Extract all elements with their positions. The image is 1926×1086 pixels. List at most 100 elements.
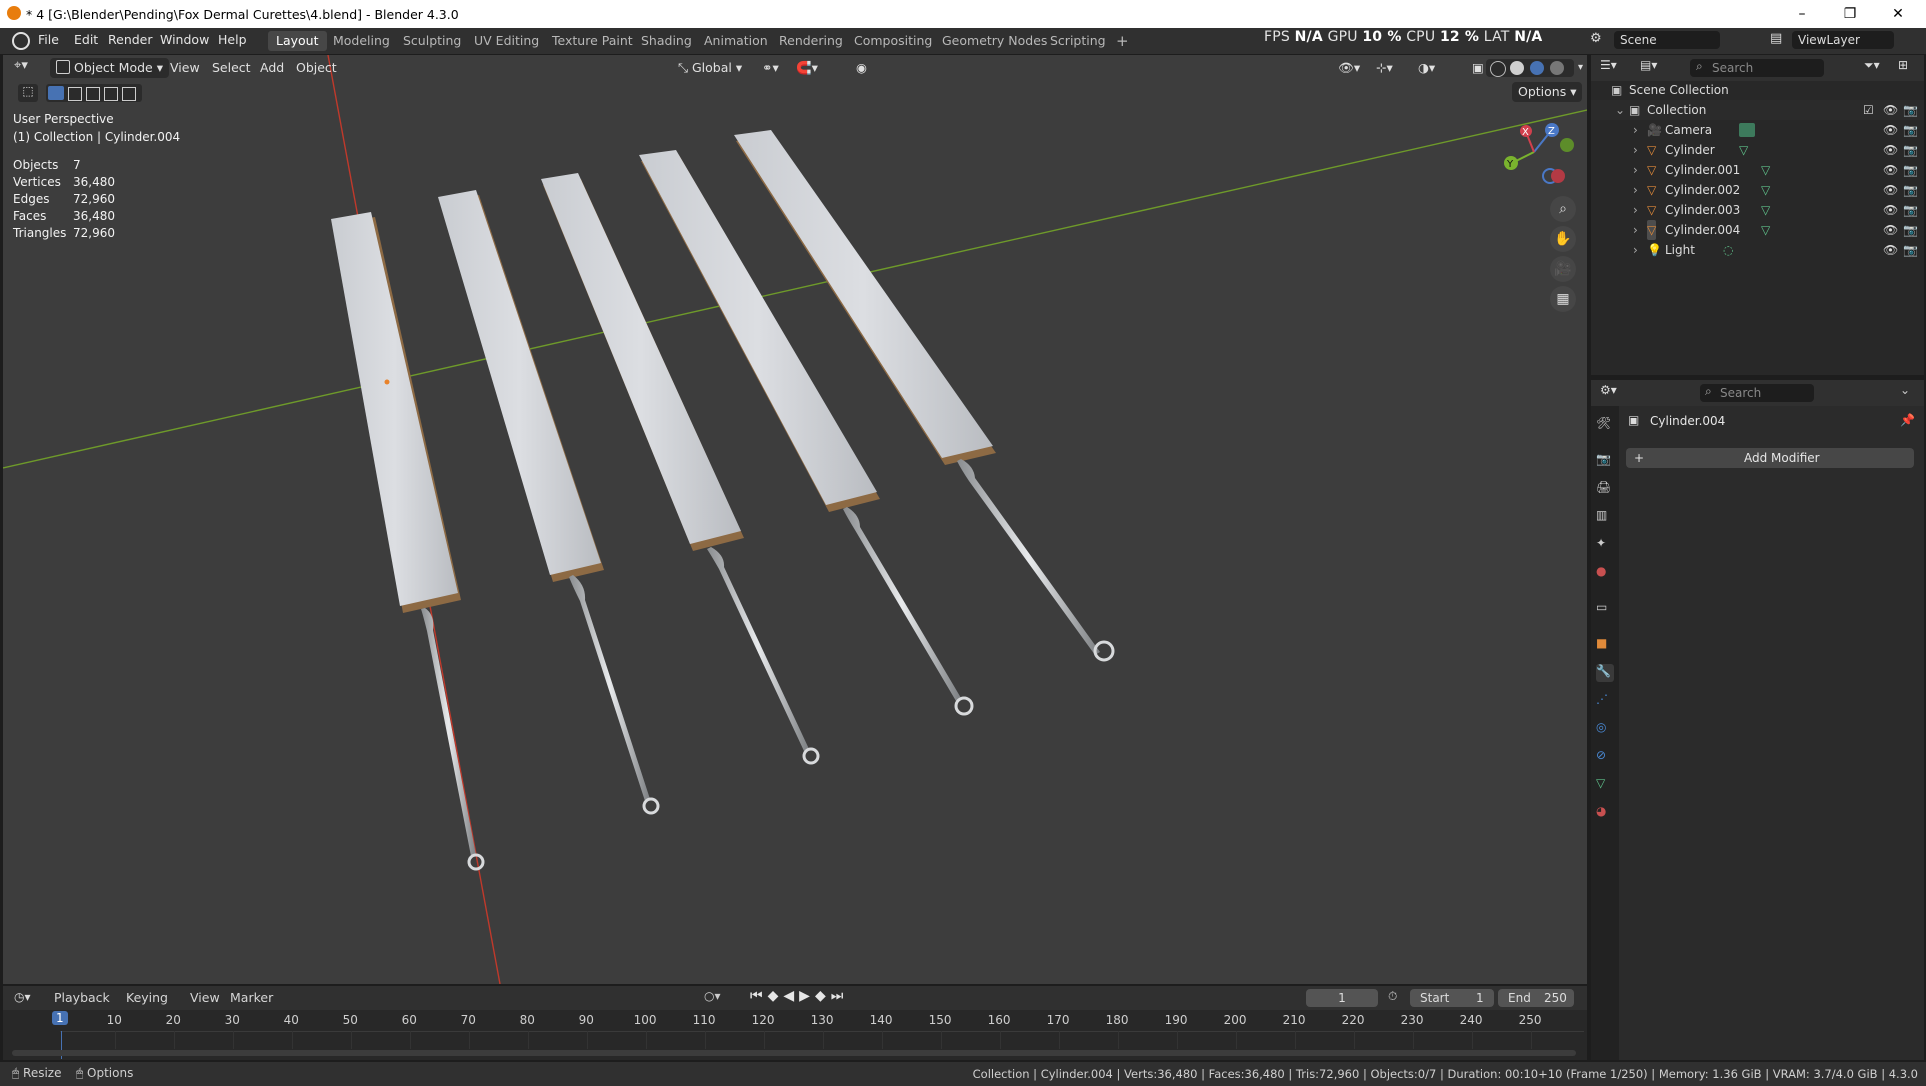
select-subtract-icon[interactable] — [86, 87, 100, 101]
viewport-menu-object[interactable]: Object — [290, 58, 343, 78]
editor-type-icon[interactable]: ⌖▾ — [14, 58, 42, 78]
visibility-eye-icon[interactable]: 👁 — [1883, 200, 1898, 220]
mode-selector[interactable]: Object Mode ▾ — [50, 58, 169, 78]
material-tab-icon[interactable]: ◕ — [1596, 804, 1614, 822]
modifier-tab-icon[interactable]: 🔧 — [1596, 664, 1614, 682]
scene-icon[interactable]: ⚙ — [1590, 31, 1610, 49]
constraints-tab-icon[interactable]: ⊘ — [1596, 748, 1614, 766]
properties-search-input[interactable]: Search — [1700, 384, 1814, 402]
timeline-editor-icon[interactable]: ◷▾ — [14, 990, 31, 1004]
preview-range-icon[interactable]: ⏱ — [1388, 989, 1397, 1004]
material-shading-icon[interactable] — [1530, 61, 1544, 75]
tab-compositing[interactable]: Compositing — [846, 31, 940, 51]
timeline-menu-keying[interactable]: Keying — [126, 990, 168, 1005]
solid-shading-icon[interactable] — [1510, 61, 1524, 75]
add-workspace-button[interactable]: + — [1108, 31, 1137, 51]
render-camera-icon[interactable]: 📷 — [1903, 180, 1918, 200]
object-tab-icon[interactable]: ■ — [1596, 636, 1614, 654]
new-collection-icon[interactable]: ⊞ — [1898, 58, 1908, 72]
tab-sculpting[interactable]: Sculpting — [395, 31, 469, 51]
outliner-item-light[interactable]: › 💡 Light ◌ 👁 📷 — [1591, 240, 1924, 260]
next-keyframe-icon[interactable]: ◆ — [815, 988, 831, 1004]
add-modifier-button[interactable]: + Add Modifier — [1626, 448, 1914, 468]
data-tab-icon[interactable]: ▽ — [1596, 776, 1614, 794]
world-tab-icon[interactable]: ● — [1596, 564, 1614, 582]
overlay-toggle-icon[interactable]: ◑▾ — [1412, 58, 1441, 78]
pan-hand-icon[interactable]: ✋ — [1550, 226, 1576, 252]
scene-selector[interactable]: Scene — [1614, 31, 1720, 49]
timeline-menu-marker[interactable]: Marker — [230, 990, 273, 1005]
outliner-item-cylinder[interactable]: › ▽ Cylinder ▽ 👁 📷 — [1591, 140, 1924, 160]
physics-tab-icon[interactable]: ◎ — [1596, 720, 1614, 738]
perspective-grid-icon[interactable]: ▦ — [1550, 286, 1576, 312]
outliner-search-input[interactable]: Search — [1690, 59, 1824, 77]
tab-modeling[interactable]: Modeling — [325, 31, 398, 51]
tab-scripting[interactable]: Scripting — [1042, 31, 1114, 51]
jump-start-icon[interactable]: ⏮ — [750, 988, 768, 1004]
tab-layout[interactable]: Layout — [268, 31, 327, 51]
auto-keying-icon[interactable]: ○▾ — [704, 989, 721, 1003]
timeline-menu-playback[interactable]: Playback — [54, 990, 110, 1005]
wireframe-shading-icon[interactable] — [1490, 61, 1506, 77]
render-camera-icon[interactable]: 📷 — [1903, 120, 1918, 140]
collection-checkbox-icon[interactable]: ☑ — [1863, 100, 1874, 120]
current-frame-field[interactable]: 1 — [1306, 989, 1378, 1007]
visibility-eye-icon[interactable]: 👁 — [1883, 160, 1898, 180]
viewport-menu-add[interactable]: Add — [254, 58, 290, 78]
zoom-icon[interactable]: ⌕ — [1550, 196, 1576, 222]
shading-dropdown-icon[interactable]: ▾ — [1572, 58, 1589, 78]
outliner-item-cylinder-001[interactable]: › ▽ Cylinder.001 ▽ 👁 📷 — [1591, 160, 1924, 180]
tab-rendering[interactable]: Rendering — [771, 31, 851, 51]
tab-geometry-nodes[interactable]: Geometry Nodes — [934, 31, 1055, 51]
particles-tab-icon[interactable]: ⋰ — [1596, 692, 1614, 710]
collection-tab-icon[interactable]: ▭ — [1596, 600, 1614, 618]
menu-help[interactable]: Help — [218, 32, 247, 47]
visibility-eye-icon[interactable]: 👁 — [1883, 100, 1898, 120]
render-camera-icon[interactable]: 📷 — [1903, 200, 1918, 220]
prev-keyframe-icon[interactable]: ◆ — [768, 988, 784, 1004]
outliner-editor-icon[interactable]: ☰▾ — [1600, 58, 1617, 72]
gizmo-toggle-icon[interactable]: ⊹▾ — [1370, 58, 1399, 78]
outliner-item-cylinder-003[interactable]: › ▽ Cylinder.003 ▽ 👁 📷 — [1591, 200, 1924, 220]
orientation-selector[interactable]: ⤡ Global ▾ — [672, 58, 748, 78]
restore-button[interactable]: ❐ — [1826, 2, 1874, 26]
outliner-collection[interactable]: ⌄ ▣ Collection ☑ 👁 📷 — [1591, 100, 1924, 120]
snap-icon[interactable]: 🧲▾ — [790, 58, 824, 78]
timeline-scrollbar[interactable] — [12, 1050, 1576, 1056]
menu-file[interactable]: File — [38, 32, 59, 47]
jump-end-icon[interactable]: ⏭ — [831, 988, 849, 1004]
tab-shading[interactable]: Shading — [633, 31, 700, 51]
view-layer-tab-icon[interactable]: ▥ — [1596, 508, 1614, 526]
select-intersect-icon[interactable] — [122, 87, 136, 101]
visibility-icon[interactable]: 👁▾ — [1332, 58, 1366, 78]
viewport-menu-select[interactable]: Select — [206, 58, 257, 78]
render-tab-icon[interactable]: 📷 — [1596, 452, 1614, 470]
tool-tab-icon[interactable]: 🛠 — [1596, 416, 1614, 434]
select-extend-icon[interactable] — [68, 87, 82, 101]
expand-arrow-icon[interactable]: ⌄ — [1615, 100, 1625, 120]
render-camera-icon[interactable]: 📷 — [1903, 140, 1918, 160]
visibility-eye-icon[interactable]: 👁 — [1883, 180, 1898, 200]
proportional-edit-icon[interactable]: ◉ — [850, 58, 873, 78]
render-camera-icon[interactable]: 📷 — [1903, 100, 1918, 120]
select-new-icon[interactable] — [48, 86, 64, 100]
end-frame-field[interactable]: End 250 — [1498, 989, 1574, 1007]
render-camera-icon[interactable]: 📷 — [1903, 220, 1918, 240]
render-camera-icon[interactable]: 📷 — [1903, 160, 1918, 180]
play-icon[interactable]: ▶ — [799, 988, 815, 1004]
3d-viewport[interactable] — [3, 55, 1587, 984]
visibility-eye-icon[interactable]: 👁 — [1883, 220, 1898, 240]
play-reverse-icon[interactable]: ◀ — [783, 988, 799, 1004]
tab-texture-paint[interactable]: Texture Paint — [544, 31, 641, 51]
visibility-eye-icon[interactable]: 👁 — [1883, 140, 1898, 160]
close-button[interactable]: ✕ — [1874, 2, 1922, 26]
start-frame-field[interactable]: Start 1 — [1410, 989, 1494, 1007]
scene-tab-icon[interactable]: ✦ — [1596, 536, 1614, 554]
outliner-item-cylinder-004[interactable]: › ▽ Cylinder.004 ▽ 👁 📷 — [1591, 220, 1924, 240]
navigation-gizmo[interactable]: Z X Y — [1496, 120, 1576, 190]
output-tab-icon[interactable]: 🖨 — [1596, 480, 1614, 498]
curette-cylinder-002[interactable] — [541, 173, 820, 765]
outliner-scene-collection[interactable]: ▣ Scene Collection — [1591, 80, 1924, 100]
camera-view-icon[interactable]: 🎥 — [1550, 256, 1576, 282]
pin-icon[interactable]: 📌 — [1900, 413, 1915, 427]
